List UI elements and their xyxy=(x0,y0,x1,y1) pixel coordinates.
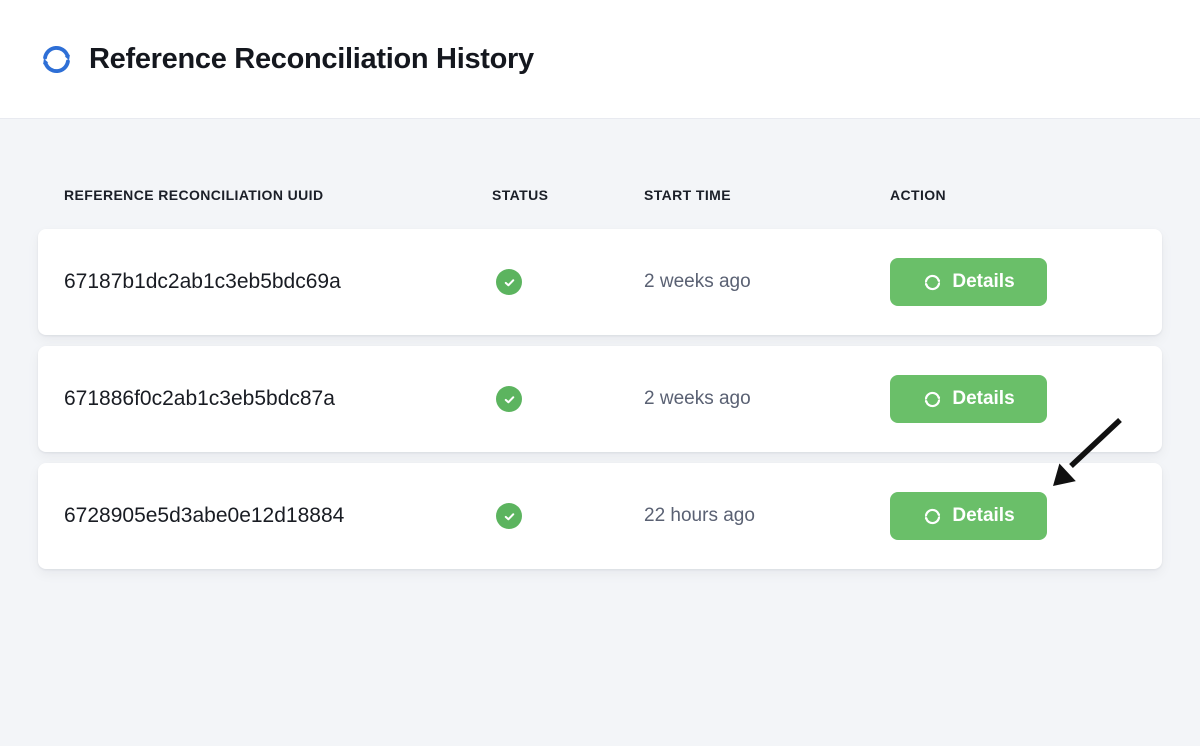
details-button-label: Details xyxy=(952,271,1014,293)
column-header-start-time: START TIME xyxy=(644,185,890,205)
details-button-label: Details xyxy=(952,388,1014,410)
row-uuid: 67187b1dc2ab1c3eb5bdc69a xyxy=(64,270,492,294)
row-uuid: 6728905e5d3abe0e12d18884 xyxy=(64,504,492,528)
table-header-row: REFERENCE RECONCILIATION UUID STATUS STA… xyxy=(38,185,1162,205)
details-button[interactable]: Details xyxy=(890,258,1047,306)
row-status-cell xyxy=(492,503,644,529)
details-button[interactable]: Details xyxy=(890,375,1047,423)
row-start-time: 2 weeks ago xyxy=(644,271,890,293)
check-icon xyxy=(502,392,517,407)
status-success-badge xyxy=(496,269,522,295)
row-uuid: 671886f0c2ab1c3eb5bdc87a xyxy=(64,387,492,411)
check-icon xyxy=(502,275,517,290)
app-window: Reference Reconciliation History REFEREN… xyxy=(0,0,1200,746)
details-button-label: Details xyxy=(952,505,1014,527)
table-row: 67187b1dc2ab1c3eb5bdc69a 2 weeks ago Det… xyxy=(38,229,1162,335)
column-header-status: STATUS xyxy=(492,185,644,205)
sync-icon xyxy=(922,389,943,410)
sync-icon xyxy=(922,506,943,527)
row-action-cell: Details xyxy=(890,375,1136,423)
main-content: REFERENCE RECONCILIATION UUID STATUS STA… xyxy=(0,119,1200,569)
column-header-uuid: REFERENCE RECONCILIATION UUID xyxy=(64,185,492,205)
row-action-cell: Details xyxy=(890,492,1136,540)
status-success-badge xyxy=(496,386,522,412)
page-header: Reference Reconciliation History xyxy=(0,0,1200,119)
row-action-cell: Details xyxy=(890,258,1136,306)
table-row: 6728905e5d3abe0e12d18884 22 hours ago De… xyxy=(38,463,1162,569)
table-body: 67187b1dc2ab1c3eb5bdc69a 2 weeks ago Det… xyxy=(38,229,1162,569)
row-start-time: 22 hours ago xyxy=(644,505,890,527)
sync-icon xyxy=(922,272,943,293)
row-status-cell xyxy=(492,386,644,412)
column-header-action: ACTION xyxy=(890,185,1136,205)
row-start-time: 2 weeks ago xyxy=(644,388,890,410)
sync-icon xyxy=(38,41,75,78)
row-status-cell xyxy=(492,269,644,295)
page-title: Reference Reconciliation History xyxy=(89,43,534,76)
status-success-badge xyxy=(496,503,522,529)
table-row: 671886f0c2ab1c3eb5bdc87a 2 weeks ago Det… xyxy=(38,346,1162,452)
details-button[interactable]: Details xyxy=(890,492,1047,540)
check-icon xyxy=(502,509,517,524)
